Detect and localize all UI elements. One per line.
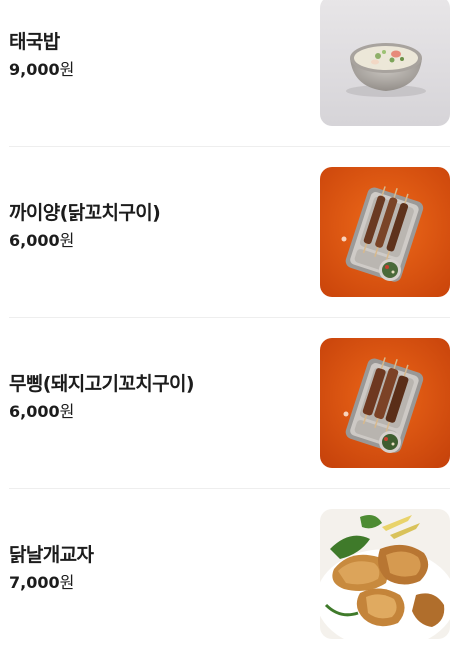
divider bbox=[9, 146, 450, 147]
menu-item[interactable]: 태국밥 9,000원 bbox=[9, 0, 450, 126]
divider bbox=[9, 488, 450, 489]
price-value: 9,000 bbox=[9, 60, 60, 79]
menu-item-name: 태국밥 bbox=[9, 31, 60, 53]
menu-item-text: 태국밥 9,000원 bbox=[9, 30, 74, 80]
menu-item-photo[interactable] bbox=[320, 0, 450, 126]
menu-item[interactable]: 까이양(닭꼬치구이) 6,000원 bbox=[9, 167, 450, 297]
menu-item-photo[interactable] bbox=[320, 167, 450, 297]
price-currency: 원 bbox=[59, 231, 75, 250]
pork-skewers-tray-image bbox=[320, 338, 450, 468]
menu-list: 태국밥 9,000원 까이양(닭꼬치구이) 6,000원 무삥(돼지고기꼬치구이… bbox=[9, 0, 450, 639]
menu-item-name: 무삥(돼지고기꼬치구이) bbox=[9, 373, 195, 395]
divider bbox=[9, 317, 450, 318]
menu-item-price: 6,000원 bbox=[9, 231, 160, 251]
menu-item-text: 까이양(닭꼬치구이) 6,000원 bbox=[9, 201, 161, 251]
menu-item[interactable]: 닭날개교자 7,000원 bbox=[9, 509, 450, 639]
menu-item-price: 7,000원 bbox=[9, 573, 93, 593]
menu-item-text: 닭날개교자 7,000원 bbox=[9, 543, 94, 593]
menu-item[interactable]: 무삥(돼지고기꼬치구이) 6,000원 bbox=[9, 338, 450, 468]
price-value: 6,000 bbox=[9, 231, 60, 250]
menu-item-price: 6,000원 bbox=[9, 402, 194, 422]
menu-item-photo[interactable] bbox=[320, 338, 450, 468]
menu-item-price: 9,000원 bbox=[9, 60, 74, 80]
menu-item-name: 닭날개교자 bbox=[9, 544, 94, 566]
menu-item-name: 까이양(닭꼬치구이) bbox=[9, 202, 161, 224]
price-value: 6,000 bbox=[9, 402, 60, 421]
price-currency: 원 bbox=[59, 60, 75, 79]
rice-soup-bowl-image bbox=[320, 0, 450, 126]
price-value: 7,000 bbox=[9, 573, 60, 592]
price-currency: 원 bbox=[59, 573, 75, 592]
menu-item-photo[interactable] bbox=[320, 509, 450, 639]
chicken-skewers-tray-image bbox=[320, 167, 450, 297]
menu-item-text: 무삥(돼지고기꼬치구이) 6,000원 bbox=[9, 372, 195, 422]
chicken-wing-dumplings-image bbox=[320, 509, 450, 639]
price-currency: 원 bbox=[59, 402, 75, 421]
